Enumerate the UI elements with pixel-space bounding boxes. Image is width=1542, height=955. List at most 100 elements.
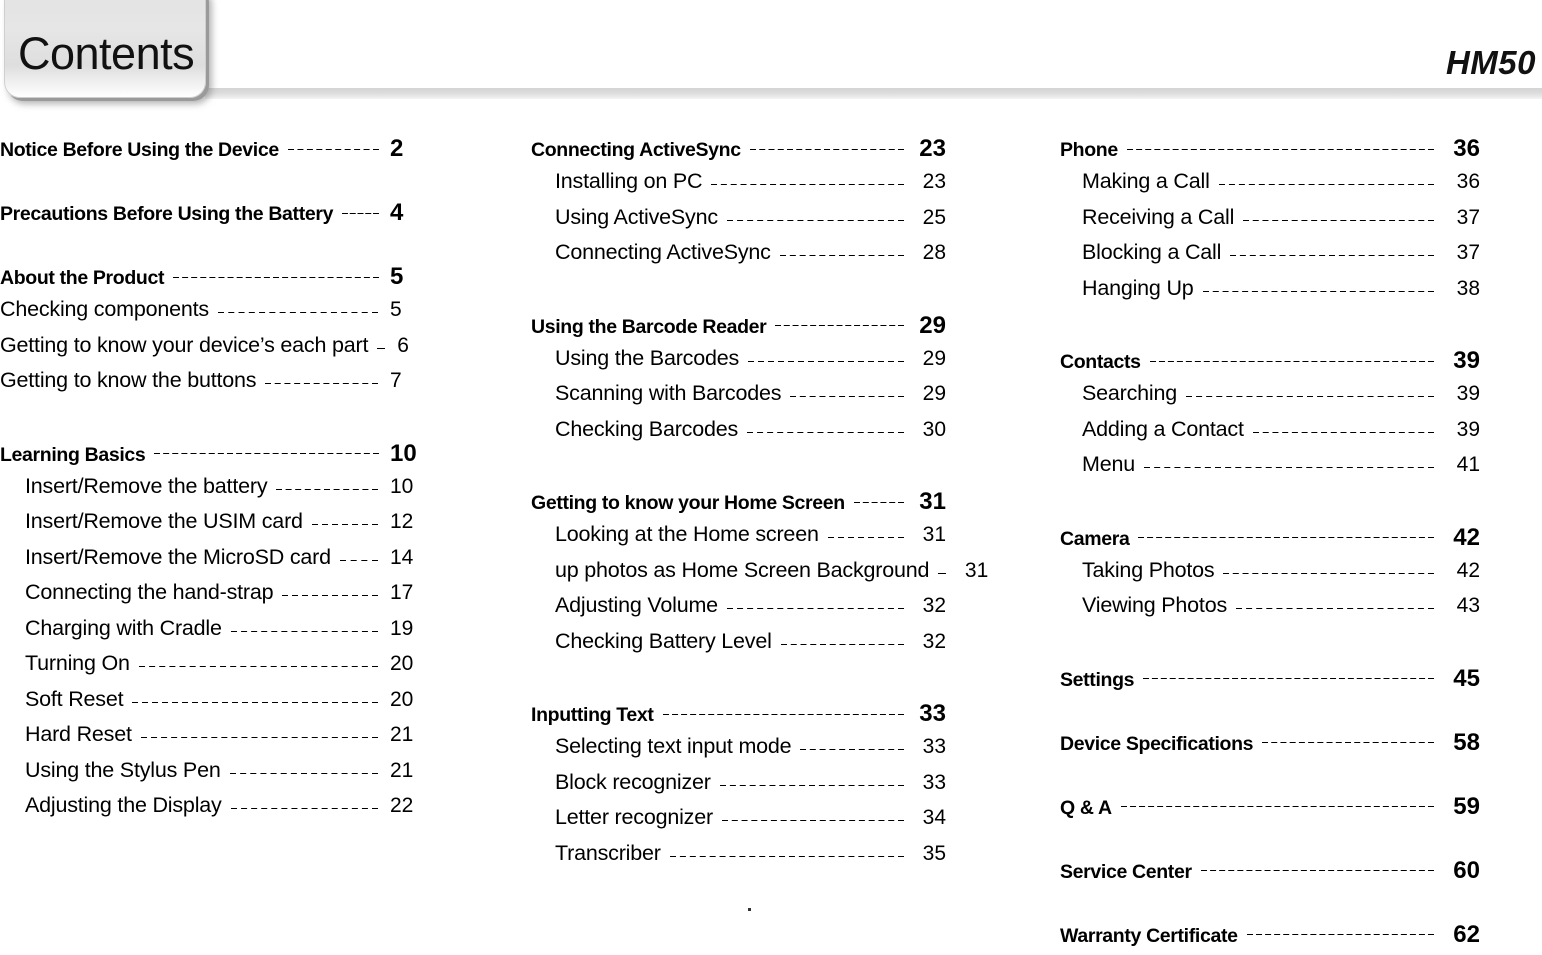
toc-entry-looking-at-the-home-screen[interactable]: Looking at the Home screen 31 xyxy=(531,522,946,558)
toc-entry-page-number: 39 xyxy=(1456,382,1480,405)
toc-section-inputting-text[interactable]: Inputting Text 33 xyxy=(531,700,946,734)
toc-section-phone[interactable]: Phone 36 xyxy=(1060,135,1480,169)
toc-section-label: Using the Barcode Reader xyxy=(531,315,767,338)
toc-entry-searching[interactable]: Searching 39 xyxy=(1060,381,1480,417)
toc-section-page-number: 10 xyxy=(390,439,417,467)
toc-entry-using-the-barcodes[interactable]: Using the Barcodes 29 xyxy=(531,346,946,382)
toc-entry-connecting-activesync[interactable]: Connecting ActiveSync 28 xyxy=(531,240,946,276)
toc-section-label: Notice Before Using the Device xyxy=(0,139,279,161)
toc-entry-page-number: 29 xyxy=(922,346,946,370)
toc-entry-getting-to-know-the-buttons[interactable]: Getting to know the buttons 7 xyxy=(0,368,420,404)
toc-entry-label: Charging with Cradle xyxy=(25,615,222,640)
toc-section-settings[interactable]: Settings 45 xyxy=(1060,665,1480,699)
toc-entry-page-number: 25 xyxy=(922,205,946,229)
toc-entry-label: Adding a Contact xyxy=(1082,416,1244,441)
toc-entry-label: Getting to know the buttons xyxy=(0,368,257,392)
dot-leader xyxy=(1252,431,1434,433)
dot-leader xyxy=(779,255,904,257)
toc-entry-hanging-up[interactable]: Hanging Up 38 xyxy=(1060,276,1480,312)
toc-entry-using-activesync[interactable]: Using ActiveSync 25 xyxy=(531,205,946,241)
toc-section-device-specifications[interactable]: Device Specifications 58 xyxy=(1060,729,1480,763)
dot-leader xyxy=(1230,255,1434,257)
toc-section-using-the-barcode-reader[interactable]: Using the Barcode Reader 29 xyxy=(531,312,946,346)
toc-section-q-a[interactable]: Q & A 59 xyxy=(1060,793,1480,827)
toc-entry-selecting-text-input-mode[interactable]: Selecting text input mode 33 xyxy=(531,734,946,770)
toc-section-contacts[interactable]: Contacts 39 xyxy=(1060,347,1480,381)
toc-group-inputting-text: Inputting Text 33 Selecting text input mod… xyxy=(531,700,946,876)
toc-entry-taking-photos[interactable]: Taking Photos 42 xyxy=(1060,558,1480,594)
dot-leader xyxy=(377,347,386,349)
toc-entry-installing-on-pc[interactable]: Installing on PC 23 xyxy=(531,169,946,205)
toc-entry-page-number: 31 xyxy=(964,558,989,582)
toc-entry-page-number: 10 xyxy=(390,474,414,498)
toc-entry-getting-to-know-your-devices-each-part[interactable]: Getting to know your device’s each part 6 xyxy=(0,333,420,369)
toc-entry-label: Connecting ActiveSync xyxy=(555,240,771,264)
toc-group-settings: Settings 45 xyxy=(1060,665,1480,699)
toc-entry-receiving-a-call[interactable]: Receiving a Call 37 xyxy=(1060,205,1480,241)
dot-leader xyxy=(1218,184,1434,186)
toc-entry-up-photos-as-home-screen-background[interactable]: up photos as Home Screen Background 31 xyxy=(531,558,988,594)
toc-section-about-the-product[interactable]: About the Product 5 xyxy=(0,263,420,297)
dot-leader xyxy=(132,701,378,703)
toc-section-warranty-certificate[interactable]: Warranty Certificate 62 xyxy=(1060,921,1480,955)
toc-entry-adjusting-the-display[interactable]: Adjusting the Display 22 xyxy=(0,793,420,829)
toc-entry-label: Searching xyxy=(1082,381,1178,405)
toc-entry-charging-with-cradle[interactable]: Charging with Cradle 19 xyxy=(0,616,420,652)
toc-section-connecting-activesync[interactable]: Connecting ActiveSync 23 xyxy=(531,135,946,169)
toc-entry-connecting-the-hand-strap[interactable]: Connecting the hand-strap 17 xyxy=(0,580,420,616)
toc-column-1: Notice Before Using the Device 2 Precautio… xyxy=(0,135,420,829)
toc-entry-label: Scanning with Barcodes xyxy=(555,381,782,405)
toc-section-label: Phone xyxy=(1060,139,1118,161)
toc-entry-insert-remove-the-battery[interactable]: Insert/Remove the battery 10 xyxy=(0,474,420,510)
dot-leader xyxy=(780,643,904,645)
toc-section-label: Connecting ActiveSync xyxy=(531,139,741,161)
toc-group-contacts: Contacts 39 Searching 39 Adding a Contact 39 M… xyxy=(1060,347,1480,488)
toc-section-getting-to-know-your-home-screen[interactable]: Getting to know your Home Screen 31 xyxy=(531,488,946,522)
toc-entry-label: Checking Barcodes xyxy=(555,416,739,441)
toc-entry-making-a-call[interactable]: Making a Call 36 xyxy=(1060,169,1480,205)
dot-leader xyxy=(662,713,904,715)
toc-section-precautions-before-using-the-battery[interactable]: Precautions Before Using the Battery 4 xyxy=(0,199,420,233)
toc-entry-checking-components[interactable]: Checking components 5 xyxy=(0,297,420,333)
toc-entry-scanning-with-barcodes[interactable]: Scanning with Barcodes 29 xyxy=(531,381,946,417)
toc-entry-page-number: 32 xyxy=(922,629,946,653)
dot-leader xyxy=(287,148,379,150)
toc-entry-adjusting-volume[interactable]: Adjusting Volume 32 xyxy=(531,593,946,629)
toc-entry-block-recognizer[interactable]: Block recognizer 33 xyxy=(531,770,946,806)
toc-section-page-number: 59 xyxy=(1453,792,1480,820)
toc-section-service-center[interactable]: Service Center 60 xyxy=(1060,857,1480,891)
toc-group-phone: Phone 36 Making a Call 36 Receiving a Call 37… xyxy=(1060,135,1480,311)
toc-entry-blocking-a-call[interactable]: Blocking a Call 37 xyxy=(1060,240,1480,276)
dot-leader xyxy=(282,595,378,597)
toc-section-camera[interactable]: Camera 42 xyxy=(1060,524,1480,558)
toc-entry-label: Using ActiveSync xyxy=(555,204,718,229)
toc-entry-label: Insert/Remove the battery xyxy=(25,473,268,498)
toc-section-learning-basics[interactable]: Learning Basics 10 xyxy=(0,440,420,474)
toc-entry-insert-remove-the-microsd-card[interactable]: Insert/Remove the MicroSD card 14 xyxy=(0,545,420,581)
toc-entry-menu[interactable]: Menu 41 xyxy=(1060,452,1480,488)
toc-entry-insert-remove-the-usim-card[interactable]: Insert/Remove the USIM card 12 xyxy=(0,509,420,545)
toc-entry-transcriber[interactable]: Transcriber 35 xyxy=(531,841,946,877)
toc-entry-turning-on[interactable]: Turning On 20 xyxy=(0,651,420,687)
toc-entry-adding-a-contact[interactable]: Adding a Contact 39 xyxy=(1060,417,1480,453)
toc-group-using-the-barcode-reader: Using the Barcode Reader 29 Using the Barc… xyxy=(531,312,946,453)
toc-section-label: About the Product xyxy=(0,267,165,289)
toc-entry-checking-barcodes[interactable]: Checking Barcodes 30 xyxy=(531,417,946,453)
page-header: Contents HM50 xyxy=(0,0,1542,110)
toc-entry-letter-recognizer[interactable]: Letter recognizer 34 xyxy=(531,805,946,841)
dot-leader xyxy=(1149,360,1434,362)
dot-leader xyxy=(719,784,904,786)
toc-entry-hard-reset[interactable]: Hard Reset 21 xyxy=(0,722,420,758)
toc-section-label: Service Center xyxy=(1060,860,1192,883)
dot-leader xyxy=(265,383,378,385)
toc-entry-label: Selecting text input mode xyxy=(555,734,792,758)
toc-entry-using-the-stylus-pen[interactable]: Using the Stylus Pen 21 xyxy=(0,758,420,794)
toc-entry-checking-battery-level[interactable]: Checking Battery Level 32 xyxy=(531,629,946,665)
dot-leader xyxy=(342,212,379,214)
toc-entry-soft-reset[interactable]: Soft Reset 20 xyxy=(0,687,420,723)
toc-entry-viewing-photos[interactable]: Viewing Photos 43 xyxy=(1060,593,1480,629)
toc-section-notice-before-using-the-device[interactable]: Notice Before Using the Device 2 xyxy=(0,135,420,169)
